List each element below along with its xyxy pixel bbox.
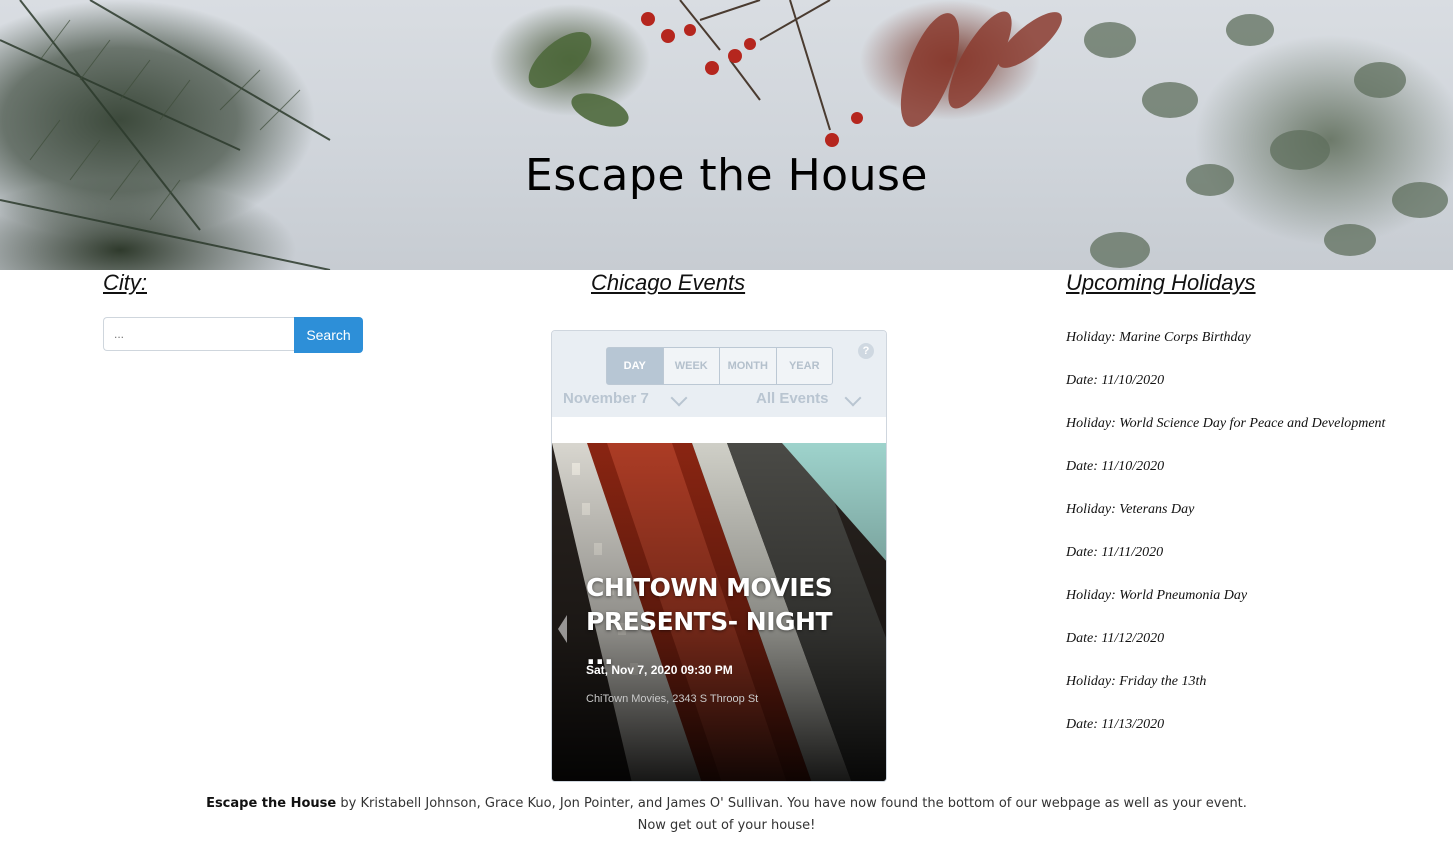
view-switcher: DAY WEEK MONTH YEAR — [606, 347, 833, 385]
holiday-name: Holiday: Marine Corps Birthday — [1066, 330, 1251, 345]
page-footer: Escape the House by Kristabell Johnson, … — [0, 793, 1453, 837]
holiday-date: Date: 11/13/2020 — [1066, 717, 1165, 732]
holiday-date: Date: 11/10/2020 — [1066, 373, 1165, 388]
event-title[interactable]: CHITOWN MOVIES PRESENTS- NIGHT ... — [586, 571, 866, 673]
date-selector[interactable]: November 7 — [563, 390, 649, 407]
events-widget: DAY WEEK MONTH YEAR ? November 7 All Eve… — [551, 330, 887, 782]
event-card[interactable]: CHITOWN MOVIES PRESENTS- NIGHT ... Sat, … — [552, 443, 886, 781]
tab-week[interactable]: WEEK — [662, 348, 720, 384]
holiday-name: Holiday: Veterans Day — [1066, 502, 1195, 517]
holiday-name: Holiday: World Science Day for Peace and… — [1066, 416, 1386, 431]
events-heading: Chicago Events — [591, 270, 746, 295]
holiday-name: Holiday: Friday the 13th — [1066, 674, 1207, 689]
chevron-down-icon[interactable] — [670, 389, 688, 407]
holiday-date: Date: 11/10/2020 — [1066, 459, 1165, 474]
footer-credits: by Kristabell Johnson, Grace Kuo, Jon Po… — [336, 796, 1247, 811]
event-venue: ChiTown Movies, 2343 S Throop St — [586, 693, 759, 705]
chevron-down-icon[interactable] — [844, 389, 862, 407]
footer-credits-line: Escape the House by Kristabell Johnson, … — [0, 793, 1453, 815]
previous-arrow-icon[interactable] — [558, 615, 567, 643]
holiday-date: Date: 11/11/2020 — [1066, 545, 1164, 560]
event-filter-selector[interactable]: All Events — [756, 390, 829, 407]
tab-year[interactable]: YEAR — [775, 348, 833, 384]
city-heading: City: — [103, 270, 147, 295]
search-button[interactable]: Search — [294, 317, 363, 353]
holiday-date: Date: 11/12/2020 — [1066, 631, 1165, 646]
holidays-heading: Upcoming Holidays — [1066, 270, 1256, 295]
tab-month[interactable]: MONTH — [719, 348, 776, 384]
widget-toolbar: DAY WEEK MONTH YEAR ? November 7 All Eve… — [552, 331, 886, 417]
event-datetime: Sat, Nov 7, 2020 09:30 PM — [586, 663, 733, 677]
help-icon[interactable]: ? — [858, 343, 874, 359]
footer-brand: Escape the House — [206, 796, 337, 811]
tab-day[interactable]: DAY — [607, 348, 663, 384]
footer-tagline: Now get out of your house! — [637, 818, 816, 833]
city-search-input[interactable] — [103, 317, 294, 351]
hero-background-image — [0, 0, 1448, 270]
holiday-name: Holiday: World Pneumonia Day — [1066, 588, 1248, 603]
city-search-form: Search — [103, 317, 363, 353]
hero-banner: Escape the House — [0, 0, 1453, 270]
site-title: Escape the House — [525, 150, 928, 201]
